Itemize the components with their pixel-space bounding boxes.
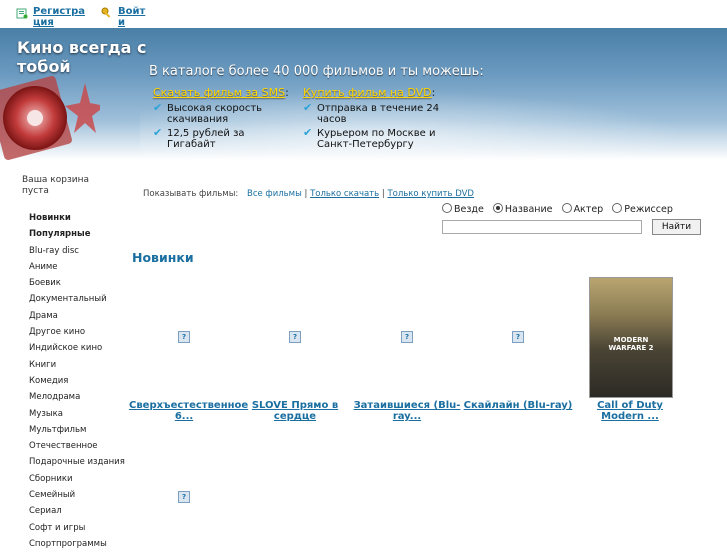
- nav-item[interactable]: Сериал: [29, 506, 125, 522]
- filter-separator: |: [304, 189, 308, 199]
- image-placeholder-icon: ?: [178, 491, 190, 503]
- check-icon: ✔: [153, 101, 163, 114]
- product-title[interactable]: Call of Duty Modern ...: [575, 400, 685, 422]
- feature-item: ✔ Отправка в течение 24 часов: [303, 101, 443, 125]
- nav-item[interactable]: Комедия: [29, 376, 125, 392]
- search-scope: Везде Название Актер Режиссер: [442, 203, 679, 215]
- section-title: Новинки: [132, 250, 194, 265]
- radio-title[interactable]: Название: [492, 203, 553, 215]
- filter-separator: |: [381, 189, 385, 199]
- genre-nav: Новинки Популярные Blu-ray disc Аниме Бо…: [29, 213, 125, 555]
- nav-item[interactable]: Другое кино: [29, 327, 125, 343]
- key-icon: [101, 7, 111, 18]
- product-title[interactable]: Скайлайн (Blu-ray): [463, 400, 573, 411]
- filter-label: Показывать фильмы:: [143, 189, 239, 199]
- user-bar: Регистрация Войти: [0, 0, 727, 28]
- image-placeholder-icon: ?: [289, 331, 301, 343]
- sms-column: Скачать фильм за SMS: ✔ Высокая скорость …: [153, 86, 293, 150]
- feature-text: 12,5 рублей за Гигабайт: [167, 128, 245, 150]
- nav-item[interactable]: Индийское кино: [29, 343, 125, 359]
- feature-text: Высокая скорость скачивания: [167, 103, 263, 125]
- search-input[interactable]: [442, 220, 642, 234]
- nav-item[interactable]: Мультфильм: [29, 425, 125, 441]
- feature-item: ✔ 12,5 рублей за Гигабайт: [153, 126, 293, 150]
- check-icon: ✔: [153, 126, 163, 139]
- nav-item[interactable]: Отечественное: [29, 441, 125, 457]
- product-card[interactable]: ?: [129, 490, 239, 510]
- radio-director[interactable]: Режиссер: [612, 203, 673, 215]
- nav-item[interactable]: Аниме: [29, 262, 125, 278]
- cart-status: Ваша корзина пуста: [22, 175, 89, 196]
- login-link[interactable]: Войти: [118, 6, 148, 28]
- film-disc-logo: [0, 76, 100, 160]
- product-title[interactable]: SLOVE Прямо в сердце: [240, 400, 350, 422]
- nav-item[interactable]: Книги: [29, 360, 125, 376]
- product-title[interactable]: Сверхъестественное 6...: [129, 400, 248, 422]
- nav-item[interactable]: Софт и игры: [29, 523, 125, 539]
- nav-item[interactable]: Документальный: [29, 294, 125, 310]
- filter-buy-only[interactable]: Только купить DVD: [387, 189, 474, 199]
- filter-all[interactable]: Все фильмы: [247, 189, 302, 199]
- radio-actor[interactable]: Актер: [561, 203, 603, 215]
- nav-item[interactable]: Боевик: [29, 278, 125, 294]
- search-button[interactable]: Найти: [652, 219, 701, 235]
- check-icon: ✔: [303, 101, 313, 114]
- image-placeholder-icon: ?: [401, 331, 413, 343]
- nav-item[interactable]: Мелодрама: [29, 392, 125, 408]
- nav-item[interactable]: Семейный: [29, 490, 125, 506]
- nav-item[interactable]: Подарочные издания: [29, 457, 125, 473]
- feature-item: ✔ Высокая скорость скачивания: [153, 101, 293, 125]
- check-icon: ✔: [303, 126, 313, 139]
- product-card[interactable]: ? Скайлайн (Blu-ray): [463, 330, 573, 425]
- film-filter: Показывать фильмы: Все фильмы | Только с…: [143, 189, 474, 199]
- product-card[interactable]: ? SLOVE Прямо в сердце: [240, 330, 350, 425]
- nav-item[interactable]: Спортпрограммы: [29, 539, 125, 555]
- buy-dvd-link[interactable]: Купить фильм на DVD: [303, 86, 432, 99]
- feature-text: Отправка в течение 24 часов: [317, 103, 440, 125]
- download-sms-link[interactable]: Скачать фильм за SMS: [153, 86, 285, 99]
- register-icon: [16, 8, 28, 19]
- dvd-column: Купить фильм на DVD: ✔ Отправка в течение…: [303, 86, 443, 150]
- sms-colon: :: [285, 86, 289, 99]
- radio-everywhere[interactable]: Везде: [442, 203, 484, 215]
- product-title[interactable]: Затаившиеся (Blu-ray...: [352, 400, 462, 422]
- catalog-headline: В каталоге более 40 000 фильмов и ты мож…: [149, 64, 484, 79]
- nav-item[interactable]: Музыка: [29, 409, 125, 425]
- image-placeholder-icon: ?: [178, 331, 190, 343]
- nav-item[interactable]: Драма: [29, 311, 125, 327]
- register-link[interactable]: Регистрация: [33, 6, 87, 28]
- feature-text: Курьером по Москве и Санкт-Петербургу: [317, 128, 436, 150]
- nav-item[interactable]: Blu-ray disc: [29, 246, 125, 262]
- nav-item[interactable]: Сборники: [29, 474, 125, 490]
- product-card[interactable]: ? Затаившиеся (Blu-ray...: [352, 330, 462, 425]
- filter-download-only[interactable]: Только скачать: [310, 189, 379, 199]
- header-banner: Кино всегда с тобой В каталоге более 40 …: [0, 28, 727, 160]
- image-placeholder-icon: ?: [512, 331, 524, 343]
- product-card[interactable]: ? Сверхъестественное 6...: [129, 330, 248, 425]
- nav-item[interactable]: Популярные: [29, 229, 125, 245]
- product-card[interactable]: Call of Duty Modern ...: [575, 330, 685, 425]
- feature-item: ✔ Курьером по Москве и Санкт-Петербургу: [303, 126, 443, 150]
- dvd-colon: :: [431, 86, 436, 99]
- nav-item[interactable]: Новинки: [29, 213, 125, 229]
